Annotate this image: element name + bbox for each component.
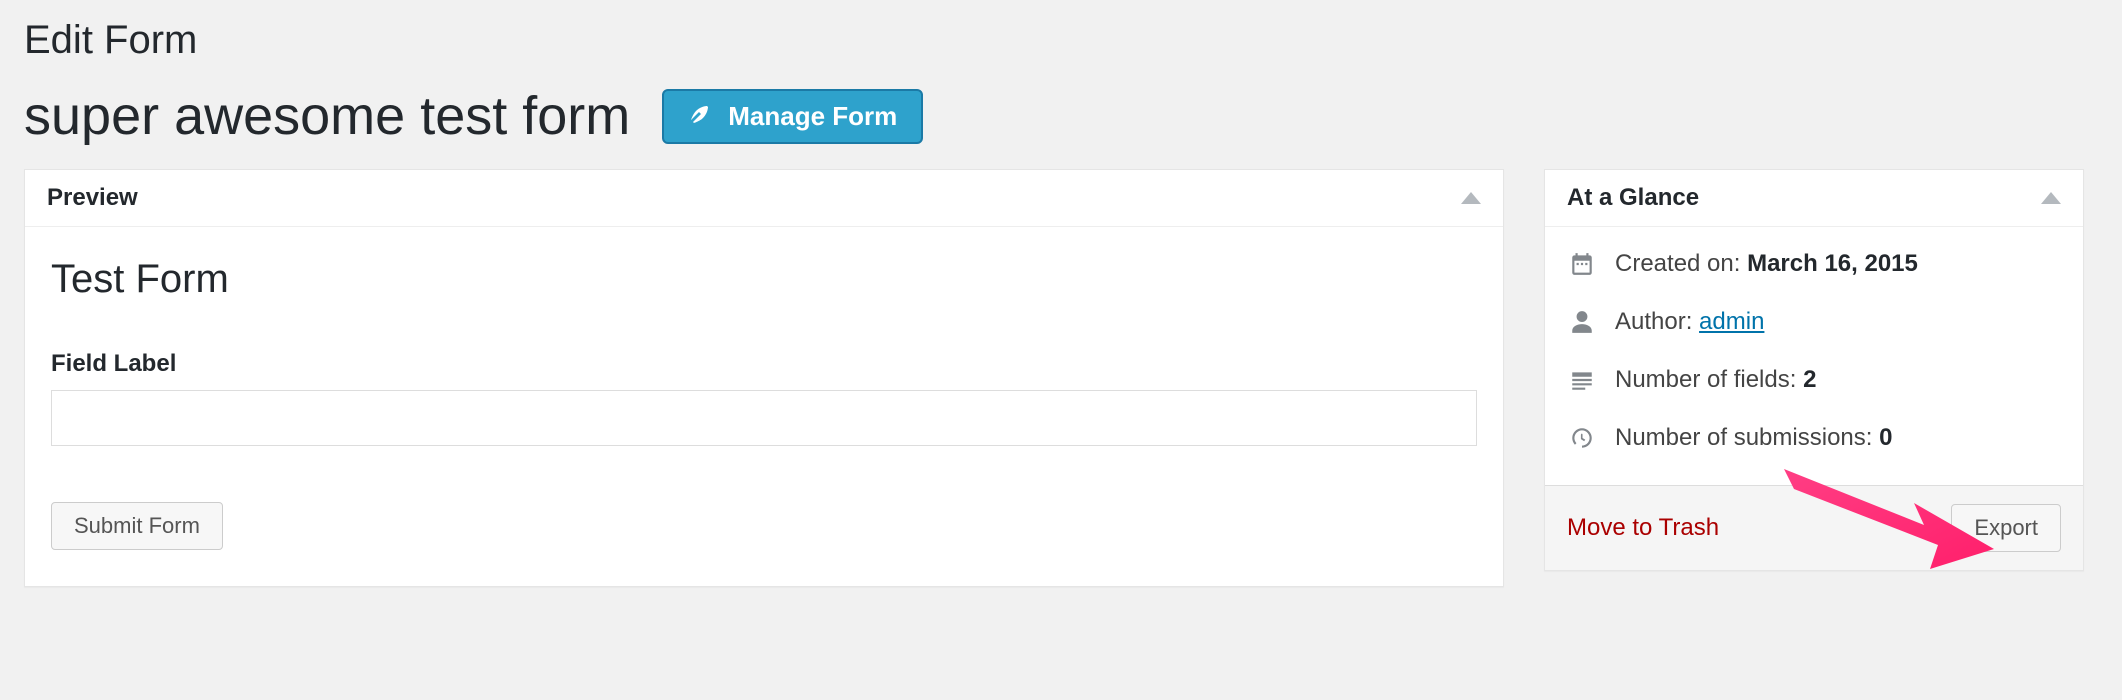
manage-form-button-label: Manage Form (728, 101, 897, 132)
manage-form-button[interactable]: Manage Form (662, 89, 923, 144)
glance-subs-value: 0 (1879, 424, 1892, 451)
glance-created-label: Created on: (1615, 250, 1747, 277)
glance-created-value: March 16, 2015 (1747, 250, 1918, 277)
feather-icon (684, 101, 714, 131)
glance-created-row: Created on: March 16, 2015 (1567, 235, 2061, 293)
field-text-input[interactable] (51, 390, 1477, 446)
glance-fields-row: Number of fields: 2 (1567, 351, 2061, 409)
glance-subs-label: Number of submissions: (1615, 424, 1879, 451)
preview-form-heading: Test Form (51, 257, 1477, 302)
form-name-heading: super awesome test form (24, 85, 630, 147)
panel-toggle-icon[interactable] (1461, 192, 1481, 204)
gauge-icon (1567, 423, 1597, 453)
page-title: Edit Form (24, 18, 2098, 63)
field-label: Field Label (51, 350, 1477, 378)
glance-submissions-row: Number of submissions: 0 (1567, 409, 2061, 467)
preview-panel-title: Preview (47, 184, 138, 212)
at-a-glance-panel: At a Glance Created on: March 16, 2015 (1544, 169, 2084, 571)
calendar-icon (1567, 249, 1597, 279)
user-icon (1567, 307, 1597, 337)
panel-toggle-icon[interactable] (2041, 192, 2061, 204)
submit-form-button[interactable]: Submit Form (51, 502, 223, 550)
glance-fields-label: Number of fields: (1615, 366, 1803, 393)
glance-author-link[interactable]: admin (1699, 308, 1764, 335)
move-to-trash-link[interactable]: Move to Trash (1567, 514, 1719, 542)
glance-author-row: Author: admin (1567, 293, 2061, 351)
export-button[interactable]: Export (1951, 504, 2061, 552)
preview-panel: Preview Test Form Field Label Submit For… (24, 169, 1504, 587)
glance-author-label: Author: (1615, 308, 1699, 335)
glance-fields-value: 2 (1803, 366, 1816, 393)
fields-icon (1567, 365, 1597, 395)
at-a-glance-title: At a Glance (1567, 184, 1699, 212)
